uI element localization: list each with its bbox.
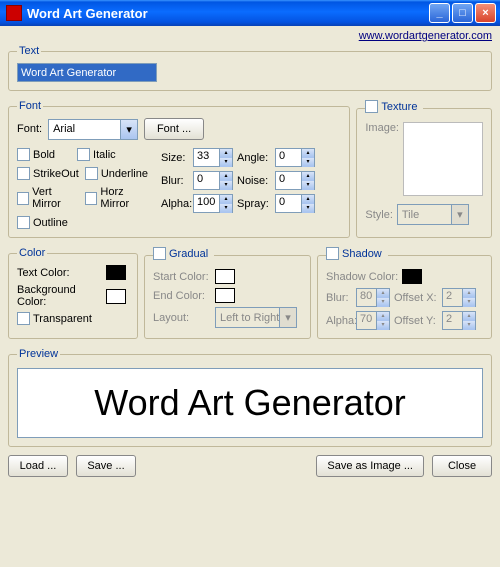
font-legend: Font [17,100,43,112]
font-select[interactable]: Arial ▾ [48,119,138,140]
offsetx-input[interactable]: 2▴▾ [442,288,476,307]
chevron-down-icon: ▾ [451,205,468,224]
alpha-input[interactable]: 100▴▾ [193,194,233,213]
close-window-button[interactable]: × [475,3,496,23]
preview-text: Word Art Generator [94,382,405,424]
preview-canvas: Word Art Generator [17,368,483,438]
shadow-blur-label: Blur: [326,292,352,304]
size-input[interactable]: 33▴▾ [193,148,233,167]
load-button[interactable]: Load ... [8,455,68,477]
texture-style-select[interactable]: Tile ▾ [397,204,469,225]
offsety-label: Offset Y: [394,315,438,327]
texture-group: Texture Image: Style: Tile ▾ [356,100,492,238]
layout-label: Layout: [153,312,211,324]
outline-checkbox[interactable]: Outline [17,216,68,229]
strikeout-checkbox[interactable]: StrikeOut [17,167,79,180]
font-select-value: Arial [53,123,75,135]
offsety-input[interactable]: 2▴▾ [442,311,476,330]
angle-label: Angle: [237,152,271,164]
horzmirror-checkbox[interactable]: Horz Mirror [85,186,151,210]
font-button[interactable]: Font ... [144,118,204,140]
shadow-checkbox[interactable]: Shadow [326,247,382,260]
shadow-alpha-label: Alpha: [326,315,352,327]
italic-checkbox[interactable]: Italic [77,148,116,161]
color-group: Color Text Color: Background Color: Tran… [8,247,138,339]
app-icon [6,5,22,21]
textcolor-label: Text Color: [17,267,102,279]
chevron-down-icon: ▾ [279,308,296,327]
font-group: Font Font: Arial ▾ Font ... Bold Italic [8,100,350,238]
website-link[interactable]: www.wordartgenerator.com [8,30,492,42]
window-title: Word Art Generator [27,6,427,21]
text-legend: Text [17,45,41,57]
texture-image-label: Image: [365,122,399,134]
bgcolor-swatch[interactable] [106,289,126,304]
texture-style-label: Style: [365,209,393,221]
alpha-label: Alpha: [161,198,189,210]
texture-checkbox[interactable]: Texture [365,100,417,113]
minimize-button[interactable]: _ [429,3,450,23]
gradual-checkbox[interactable]: Gradual [153,247,208,260]
spray-label: Spray: [237,198,271,210]
text-input[interactable] [17,63,157,82]
close-button[interactable]: Close [432,455,492,477]
preview-legend: Preview [17,348,60,360]
font-label: Font: [17,123,42,135]
blur-input[interactable]: 0▴▾ [193,171,233,190]
endcolor-label: End Color: [153,290,211,302]
bold-checkbox[interactable]: Bold [17,148,55,161]
save-button[interactable]: Save ... [76,455,136,477]
bgcolor-label: Background Color: [17,284,102,308]
save-image-button[interactable]: Save as Image ... [316,455,424,477]
offsetx-label: Offset X: [394,292,438,304]
textcolor-swatch[interactable] [106,265,126,280]
spray-input[interactable]: 0▴▾ [275,194,315,213]
color-legend: Color [17,247,47,259]
transparent-checkbox[interactable]: Transparent [17,312,92,325]
maximize-button[interactable]: □ [452,3,473,23]
preview-group: Preview Word Art Generator [8,348,492,447]
shadow-group: Shadow Shadow Color: Blur: 80▴▾ Offset X… [317,247,492,339]
vertmirror-checkbox[interactable]: Vert Mirror [17,186,79,210]
shadowcolor-label: Shadow Color: [326,271,398,283]
noise-label: Noise: [237,175,271,187]
titlebar: Word Art Generator _ □ × [0,0,500,26]
shadow-blur-input[interactable]: 80▴▾ [356,288,390,307]
startcolor-label: Start Color: [153,271,211,283]
underline-checkbox[interactable]: Underline [85,167,148,180]
layout-select[interactable]: Left to Right ▾ [215,307,297,328]
endcolor-swatch[interactable] [215,288,235,303]
angle-input[interactable]: 0▴▾ [275,148,315,167]
gradual-group: Gradual Start Color: End Color: Layout: … [144,247,311,339]
shadow-alpha-input[interactable]: 70▴▾ [356,311,390,330]
text-group: Text [8,45,492,91]
chevron-down-icon: ▾ [120,120,137,139]
shadowcolor-swatch[interactable] [402,269,422,284]
texture-image-box[interactable] [403,122,483,196]
noise-input[interactable]: 0▴▾ [275,171,315,190]
size-label: Size: [161,152,189,164]
blur-label: Blur: [161,175,189,187]
startcolor-swatch[interactable] [215,269,235,284]
